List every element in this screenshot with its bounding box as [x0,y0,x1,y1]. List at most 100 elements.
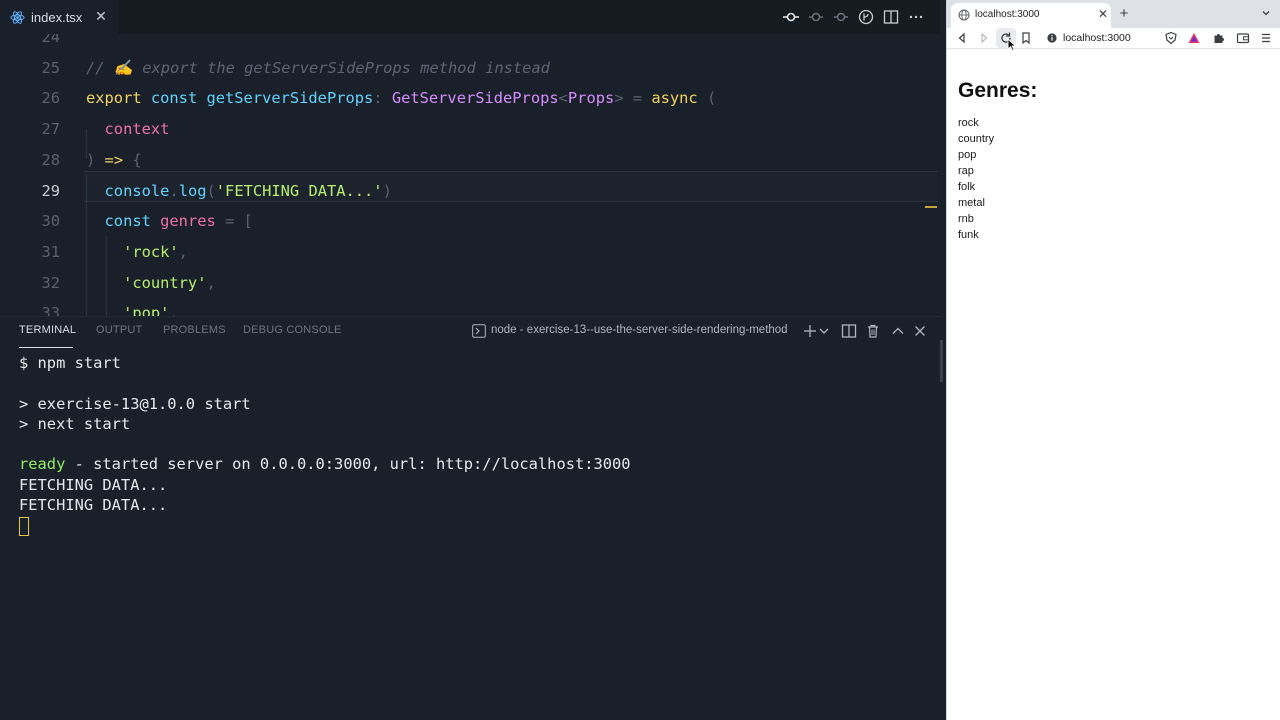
browser-tab[interactable]: localhost:3000 ✕ [951,3,1111,28]
back-icon[interactable] [955,31,969,45]
chevron-down-icon[interactable] [818,323,830,339]
code-line: 32 'country', [0,268,940,299]
code-token: Props [567,89,615,108]
code-token: : [373,89,392,108]
globe-icon [958,9,970,21]
line-number: 24 [41,34,60,46]
genre-list-item: rock [958,117,979,129]
close-panel-icon[interactable] [912,323,928,339]
code-token: export [86,89,151,108]
new-tab-button[interactable]: + [1117,5,1131,23]
code-line: 24 [0,34,940,53]
site-info-icon[interactable] [1047,33,1057,43]
line-code: export const getServerSideProps: GetServ… [86,83,716,114]
toolbar-divider [947,48,1280,49]
open-changes-icon[interactable] [783,9,799,25]
code-token: const [150,89,207,108]
line-code: console.log('FETCHING DATA...') [86,176,392,207]
code-token: ) [382,181,392,200]
address-bar-url: localhost:3000 [1063,32,1131,44]
code-line: 26 export const getServerSideProps: GetSe… [0,83,940,114]
brave-shield-icon[interactable] [1164,31,1178,45]
code-line: 25 // ✍ export the getServerSideProps met… [0,53,940,84]
code-token: genres [160,212,216,231]
line-code: const genres = [ [86,206,253,237]
forward-icon[interactable] [977,31,991,45]
code-token: 'pop' [86,304,170,316]
genre-list-item: funk [958,229,979,241]
code-token: getServerSideProps [206,89,374,108]
split-editor-icon[interactable] [883,9,899,25]
terminal-icon [472,324,486,338]
new-terminal-icon[interactable] [802,323,818,339]
terminal-text: > next start [19,414,131,433]
menu-icon[interactable] [1259,31,1273,45]
terminal-line: FETCHING DATA... [19,475,631,495]
genre-list-item: rap [958,165,974,177]
bookmark-icon[interactable] [1019,31,1033,45]
tab-terminal[interactable]: TERMINAL [19,324,76,336]
editor-tab-index-tsx[interactable]: index.tsx ✕ [0,0,118,34]
trash-icon[interactable] [865,323,881,339]
code-token: , [206,273,216,292]
genre-list-item: pop [958,149,977,161]
more-actions-icon[interactable] [908,9,924,25]
line-number: 25 [41,58,60,77]
code-token: < [558,89,568,108]
terminal-line: $ npm start [19,353,631,373]
code-token: ( [697,89,717,108]
close-browser-tab-icon[interactable]: ✕ [1097,7,1109,21]
tab-debug-console[interactable]: DEBUG CONSOLE [243,324,342,336]
line-code: 'pop', [86,298,179,316]
browser-tab-strip: localhost:3000 ✕ + [947,0,1280,28]
terminal-line: FETCHING DATA... [19,495,631,515]
terminal-text: FETCHING DATA... [19,475,168,494]
page-heading: Genres: [958,79,1038,102]
genre-list-item: folk [958,181,976,193]
close-tab-icon[interactable]: ✕ [94,8,108,24]
git-timeline-icon[interactable] [858,9,874,25]
code-line: 31 'rock', [0,237,940,268]
previous-change-icon[interactable] [808,9,824,25]
terminal-ready-label: ready [19,455,66,474]
code-token: 'FETCHING DATA...' [215,181,383,200]
tab-output[interactable]: OUTPUT [96,324,142,336]
line-number: 29 [41,181,60,200]
maximize-panel-icon[interactable] [890,323,906,339]
panel-resize-handle[interactable] [940,340,943,382]
terminal-text: $ npm start [19,354,121,372]
code-area[interactable]: 24 25 // ✍ export the getServerSideProps m… [0,34,940,316]
line-code: 'rock', [86,237,188,268]
address-bar[interactable]: localhost:3000 [1039,29,1163,47]
terminal-line: > next start [19,414,631,434]
code-token: = [ [215,212,253,231]
editor-tab-label: index.tsx [31,9,83,25]
line-code: context [86,114,170,145]
code-line: 27 context [0,114,940,145]
rewards-triangle-icon[interactable] [1187,31,1201,45]
split-terminal-icon[interactable] [841,323,857,339]
tab-search-chevron-icon[interactable] [1260,7,1272,19]
code-token: // ✍ export the getServerSideProps metho… [86,58,550,77]
line-number: 30 [41,212,60,231]
code-token: context [86,120,170,139]
terminal-output[interactable]: $ npm start > exercise-13@1.0.0 start > ne… [19,353,631,515]
scrollbar-marker [925,206,937,208]
browser-toolbar: localhost:3000 [947,28,1280,48]
code-token: async [651,89,698,108]
code-line: 33 'pop', [0,298,940,316]
extensions-puzzle-icon[interactable] [1212,31,1226,45]
line-code: ) => { [86,145,142,176]
tab-problems[interactable]: PROBLEMS [163,324,226,336]
code-line: 29 console.log('FETCHING DATA...') [0,176,940,207]
genre-list: rock country pop rap folk metal rnb funk [958,115,1037,243]
browser-tab-title: localhost:3000 [975,9,1040,20]
code-line: 30 const genres = [ [0,206,940,237]
code-token: 'country' [86,273,207,292]
next-change-icon[interactable] [833,9,849,25]
bottom-panel: TERMINAL OUTPUT PROBLEMS DEBUG CONSOLE n… [0,316,940,720]
terminal-selector[interactable]: node - exercise-13--use-the-server-side-… [491,324,788,336]
wallet-icon[interactable] [1236,31,1250,45]
